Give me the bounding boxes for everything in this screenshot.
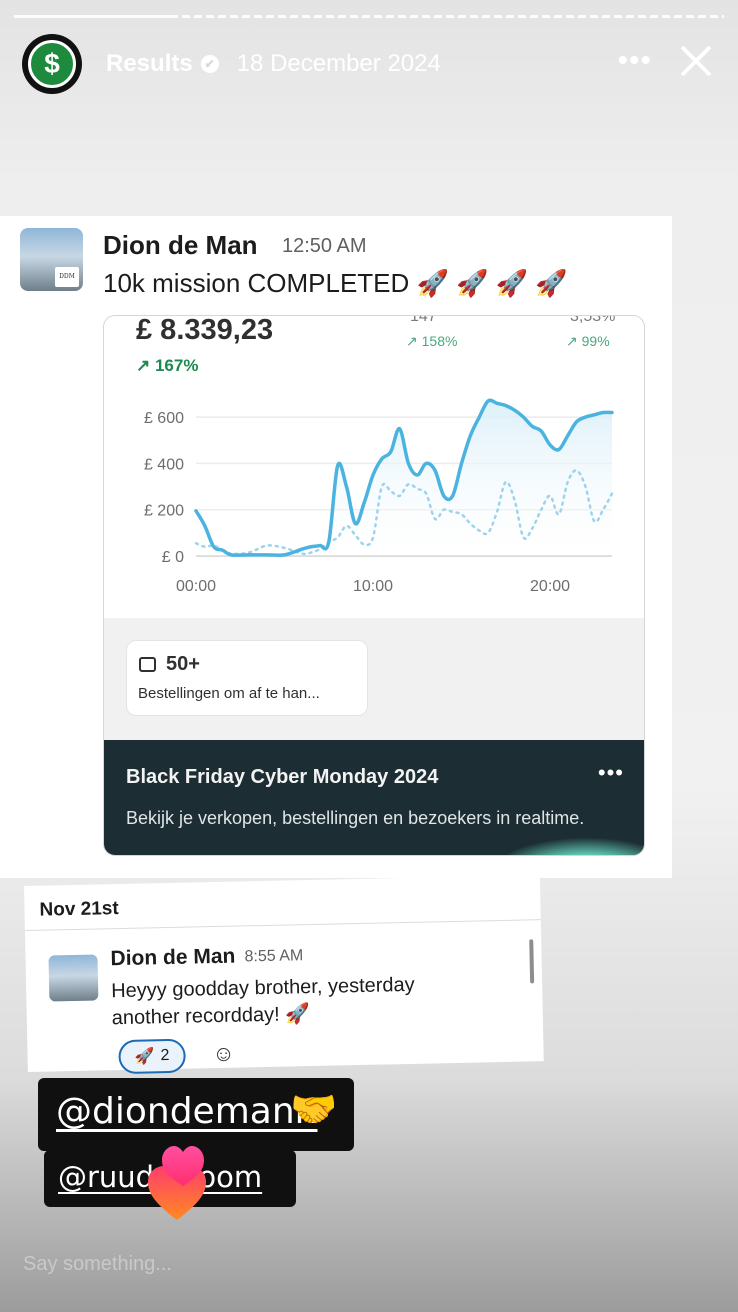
account-avatar[interactable]: $ <box>22 34 82 94</box>
banner-glow <box>486 837 644 855</box>
mention-sticker-diondemann[interactable]: @diondemann 🤝 <box>38 1078 354 1151</box>
x-tick-label: 10:00 <box>353 578 393 595</box>
story-progress-fill <box>14 15 178 18</box>
stat-conversion-value: 3,53% <box>570 315 616 325</box>
story-progress-bar <box>14 15 724 18</box>
banner-title: Black Friday Cyber Monday 2024 <box>126 766 439 788</box>
x-tick-label: 20:00 <box>530 578 570 595</box>
slack-message-card: DDM Dion de Man 12:50 AM 10k mission COM… <box>0 216 672 878</box>
y-tick-label: £ 0 <box>162 549 184 566</box>
message-timestamp: 12:50 AM <box>282 235 367 257</box>
date-divider-label: Nov 21st <box>39 898 119 921</box>
orders-section: 50+ Bestellingen om af te han... <box>104 618 644 740</box>
revenue-total: £ 8.339,23 <box>136 315 274 346</box>
close-icon[interactable] <box>670 36 720 86</box>
mention-handle: @diondemann <box>56 1091 318 1132</box>
banner-description: Bekijk je verkopen, bestellingen en bezo… <box>126 808 585 828</box>
add-reaction-icon[interactable]: ☺ <box>209 1040 238 1069</box>
dashboard-screenshot: 147 ↗ 158% 3,53% ↗ 99% £ 8.339,23 ↗ 167%… <box>103 315 645 856</box>
y-tick-label: £ 400 <box>144 456 184 473</box>
more-options-button[interactable]: ••• <box>617 44 652 78</box>
rocket-reaction-pill[interactable]: 🚀 2 <box>118 1038 186 1075</box>
orders-count: 50+ <box>166 653 200 675</box>
avatar-logo: DDM <box>55 267 79 287</box>
handshake-icon: 🤝 <box>290 1089 338 1131</box>
series-area <box>196 400 612 556</box>
y-tick-label: £ 600 <box>144 410 184 427</box>
stat-sessions-value: 147 <box>410 315 437 325</box>
sales-line-chart: £ 0 £ 200 £ 400 £ 600 00:00 10:00 20:00 <box>144 398 614 595</box>
reply-input[interactable]: Say something... <box>23 1253 172 1276</box>
verified-check-icon: ✔ <box>200 55 219 73</box>
revenue-change: ↗ 167% <box>136 356 199 375</box>
x-tick-label: 00:00 <box>176 578 216 595</box>
stat-sessions-change: ↗ 158% <box>406 333 458 349</box>
promo-banner[interactable]: Black Friday Cyber Monday 2024 ••• Bekij… <box>104 740 644 855</box>
dollar-icon: $ <box>28 40 76 88</box>
account-name-label: Results <box>106 50 193 77</box>
inbox-icon <box>139 657 156 672</box>
date-divider <box>24 919 541 931</box>
story-header: $ Results ✔ 18 December 2024 ••• <box>22 34 722 94</box>
stat-conversion-change: ↗ 99% <box>566 333 610 349</box>
account-name[interactable]: Results ✔ <box>106 50 219 78</box>
reply-message-text: Heyyy goodday brother, yesterday another… <box>110 973 415 1030</box>
story-date: 18 December 2024 <box>236 50 441 77</box>
banner-more-button[interactable]: ••• <box>598 760 624 786</box>
message-text: 10k mission COMPLETED 🚀 🚀 🚀 🚀 <box>103 268 568 298</box>
author-avatar: DDM <box>20 228 83 291</box>
reply-timestamp: 8:55 AM <box>244 947 304 966</box>
slack-reply-card: Nov 21st Dion de Man 8:55 AM Heyyy goodd… <box>24 875 544 1075</box>
rocket-icon: 🚀 <box>134 1048 155 1066</box>
orders-label: Bestellingen om af te han... <box>138 685 320 702</box>
reply-author-avatar <box>48 954 99 1002</box>
orders-card[interactable]: 50+ Bestellingen om af te han... <box>126 640 368 716</box>
scrollbar[interactable] <box>529 939 535 984</box>
author-name: Dion de Man <box>103 230 258 260</box>
hearts-sticker-icon <box>148 1146 206 1220</box>
reaction-count: 2 <box>160 1046 170 1065</box>
reply-author-name: Dion de Man <box>110 944 236 971</box>
y-tick-label: £ 200 <box>144 503 184 520</box>
